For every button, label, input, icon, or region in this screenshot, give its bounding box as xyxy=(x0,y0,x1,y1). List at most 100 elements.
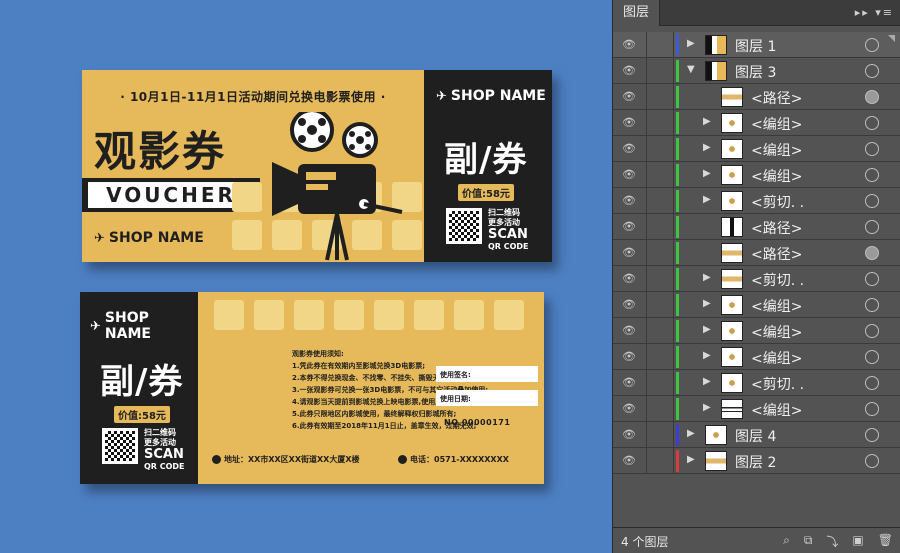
address-line: 地址：XX市XX区XX街道XX大厦X楼 xyxy=(212,454,360,465)
target-circle-icon[interactable] xyxy=(865,90,879,104)
target-circle-icon[interactable] xyxy=(865,428,879,442)
layer-row[interactable]: 👁 <路径> xyxy=(613,214,900,240)
layer-row[interactable]: 👁 ▶ 图层 4 xyxy=(613,422,900,448)
serial-number: NO.00000171 xyxy=(444,418,511,427)
layer-row[interactable]: 👁 ▶ <编组> xyxy=(613,396,900,422)
bird-logo-icon: ✈ xyxy=(94,230,105,246)
expand-arrow-icon[interactable]: ▶ xyxy=(703,298,711,309)
expand-arrow-icon[interactable]: ▶ xyxy=(703,142,711,153)
visibility-eye-icon[interactable]: 👁 xyxy=(619,169,639,181)
layer-color-bar xyxy=(676,398,679,420)
layer-row[interactable]: 👁 <路径> xyxy=(613,240,900,266)
layer-thumbnail xyxy=(721,399,743,419)
layer-name: 图层 1 xyxy=(735,39,777,55)
layer-name: <路径> xyxy=(751,221,803,237)
layer-row[interactable]: 👁 ▶ <剪切. . xyxy=(613,370,900,396)
expand-arrow-icon[interactable]: ▶ xyxy=(703,376,711,387)
delete-layer-icon[interactable]: 🗑 xyxy=(878,533,893,550)
expand-arrow-icon[interactable]: ▶ xyxy=(703,324,711,335)
target-circle-icon[interactable] xyxy=(865,64,879,78)
target-circle-icon[interactable] xyxy=(865,350,879,364)
target-circle-icon[interactable] xyxy=(865,454,879,468)
visibility-eye-icon[interactable]: 👁 xyxy=(619,195,639,207)
phone-line: 电话：0571-XXXXXXXX xyxy=(398,454,509,465)
new-sublayer-icon[interactable]: ⤵ xyxy=(826,533,838,550)
tab-layers[interactable]: 图层 xyxy=(613,0,661,26)
target-circle-icon[interactable] xyxy=(865,168,879,182)
expand-arrow-icon[interactable]: ▼ xyxy=(687,64,695,75)
layer-thumbnail xyxy=(721,87,743,107)
layer-row[interactable]: 👁 ▼ 图层 3 xyxy=(613,58,900,84)
target-circle-icon[interactable] xyxy=(865,142,879,156)
layer-color-bar xyxy=(676,86,679,108)
visibility-eye-icon[interactable]: 👁 xyxy=(619,273,639,285)
film-squares-top xyxy=(214,300,524,330)
expand-arrow-icon[interactable]: ▶ xyxy=(703,272,711,283)
layer-thumbnail xyxy=(705,61,727,81)
target-circle-icon[interactable] xyxy=(865,272,879,286)
visibility-eye-icon[interactable]: 👁 xyxy=(619,221,639,233)
visibility-eye-icon[interactable]: 👁 xyxy=(619,65,639,77)
clipping-mask-icon[interactable]: ⧉ xyxy=(804,533,813,550)
new-layer-icon[interactable]: ▣ xyxy=(852,533,863,550)
layer-row[interactable]: 👁 ▶ <编组> xyxy=(613,162,900,188)
visibility-eye-icon[interactable]: 👁 xyxy=(619,325,639,337)
layer-row[interactable]: 👁 ▶ <编组> xyxy=(613,344,900,370)
target-circle-icon[interactable] xyxy=(865,220,879,234)
back-ticket: ✈ SHOP NAME 副/券 价值:58元 扫二维码 更多活动 SCAN QR… xyxy=(80,292,544,484)
layer-row[interactable]: 👁 ▶ <编组> xyxy=(613,318,900,344)
layer-row[interactable]: 👁 ▶ <编组> xyxy=(613,110,900,136)
selection-indicator-icon xyxy=(888,35,895,42)
layer-thumbnail xyxy=(721,139,743,159)
visibility-eye-icon[interactable]: 👁 xyxy=(619,351,639,363)
visibility-eye-icon[interactable]: 👁 xyxy=(619,91,639,103)
expand-arrow-icon[interactable]: ▶ xyxy=(703,116,711,127)
expand-arrow-icon[interactable]: ▶ xyxy=(687,38,695,49)
target-circle-icon[interactable] xyxy=(865,246,879,260)
target-circle-icon[interactable] xyxy=(865,376,879,390)
visibility-eye-icon[interactable]: 👁 xyxy=(619,39,639,51)
visibility-eye-icon[interactable]: 👁 xyxy=(619,247,639,259)
visibility-eye-icon[interactable]: 👁 xyxy=(619,377,639,389)
layer-row[interactable]: 👁 ▶ <剪切. . xyxy=(613,266,900,292)
layer-name: <路径> xyxy=(751,247,803,263)
panel-menu-icon[interactable]: ▸▸ ▾≡ xyxy=(855,6,894,19)
scan-info: 扫二维码 更多活动 SCAN QR CODE xyxy=(144,428,185,471)
expand-arrow-icon[interactable]: ▶ xyxy=(703,194,711,205)
layer-row[interactable]: 👁 <路径> xyxy=(613,84,900,110)
layer-row[interactable]: 👁 ▶ <编组> xyxy=(613,292,900,318)
layer-color-bar xyxy=(676,60,679,82)
layer-name: <剪切. . xyxy=(751,273,805,289)
visibility-eye-icon[interactable]: 👁 xyxy=(619,299,639,311)
target-circle-icon[interactable] xyxy=(865,38,879,52)
visibility-eye-icon[interactable]: 👁 xyxy=(619,455,639,467)
layer-color-bar xyxy=(676,268,679,290)
layer-row[interactable]: 👁 ▶ 图层 1 xyxy=(613,32,900,58)
layer-color-bar xyxy=(676,34,679,56)
expand-arrow-icon[interactable]: ▶ xyxy=(687,454,695,465)
layers-panel: 图层 ▸▸ ▾≡ 👁 ▶ 图层 1 👁 ▼ 图层 3 👁 <路径> 👁 ▶ <编组> 👁 ▶ <编组> 👁 ▶… xyxy=(612,0,900,553)
target-circle-icon[interactable] xyxy=(865,194,879,208)
layer-color-bar xyxy=(676,242,679,264)
target-circle-icon[interactable] xyxy=(865,298,879,312)
locate-object-icon[interactable]: ⌕ xyxy=(783,533,790,550)
layer-row[interactable]: 👁 ▶ 图层 2 xyxy=(613,448,900,474)
visibility-eye-icon[interactable]: 👁 xyxy=(619,143,639,155)
visibility-eye-icon[interactable]: 👁 xyxy=(619,403,639,415)
expand-arrow-icon[interactable]: ▶ xyxy=(687,428,695,439)
expand-arrow-icon[interactable]: ▶ xyxy=(703,402,711,413)
price-badge: 价值:58元 xyxy=(114,406,170,423)
target-circle-icon[interactable] xyxy=(865,116,879,130)
layer-name: 图层 4 xyxy=(735,429,777,445)
visibility-eye-icon[interactable]: 👁 xyxy=(619,429,639,441)
target-circle-icon[interactable] xyxy=(865,324,879,338)
target-circle-icon[interactable] xyxy=(865,402,879,416)
scan-info: 扫二维码 更多活动 SCAN QR CODE xyxy=(488,208,529,251)
layer-name: 图层 3 xyxy=(735,65,777,81)
expand-arrow-icon[interactable]: ▶ xyxy=(703,350,711,361)
stub-title: 副/券 xyxy=(100,362,184,402)
layer-row[interactable]: 👁 ▶ <编组> xyxy=(613,136,900,162)
visibility-eye-icon[interactable]: 👁 xyxy=(619,117,639,129)
layer-row[interactable]: 👁 ▶ <剪切. . xyxy=(613,188,900,214)
expand-arrow-icon[interactable]: ▶ xyxy=(703,168,711,179)
